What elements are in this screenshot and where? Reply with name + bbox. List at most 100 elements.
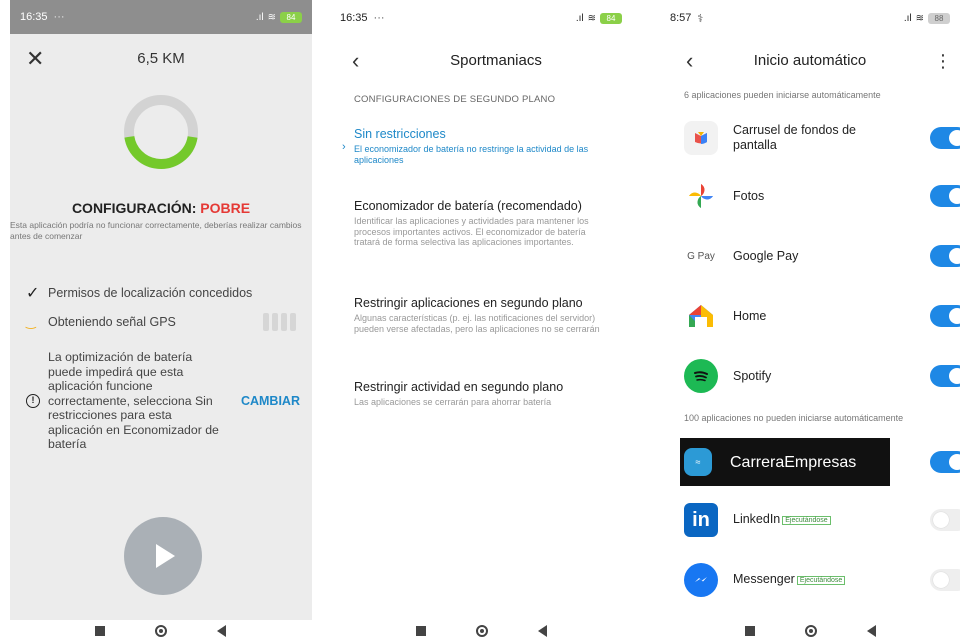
play-button[interactable]	[124, 517, 202, 595]
change-button[interactable]: CAMBIAR	[241, 394, 300, 408]
running-tag: Ejecutándose	[796, 575, 846, 585]
phone-screen-background-settings: 16:35 ··· .ıl ≋ 84 ‹ Sportmaniacs CONFIG…	[330, 0, 632, 642]
recents-nav-icon[interactable]	[415, 626, 426, 636]
battery-warning-text: La optimización de batería puede impedir…	[48, 350, 219, 451]
battery-warning-row: ! La optimización de batería puede imped…	[26, 350, 300, 452]
status-icons: .ıl ≋ 84	[576, 12, 622, 24]
android-nav-bar	[330, 620, 632, 642]
linkedin-icon: in	[684, 503, 718, 537]
app-row-home: Home	[684, 292, 960, 340]
page-title: Inicio automático	[753, 52, 867, 69]
section-header: CONFIGURACIONES DE SEGUNDO PLANO	[354, 94, 556, 105]
app-row-carrera-empresas: ≈ CarreraEmpresas	[684, 438, 960, 486]
wifi-icon: ≋	[915, 12, 924, 24]
google-home-icon	[684, 299, 718, 333]
location-permission-text: Permisos de localización concedidos	[48, 286, 253, 300]
recents-nav-icon[interactable]	[744, 626, 755, 636]
autostart-toggle[interactable]	[930, 245, 960, 267]
signal-icon: .ıl	[255, 11, 264, 23]
app-row-wallpaper-carousel: Carrusel de fondos de pantalla	[684, 114, 960, 162]
config-progress-ring	[124, 95, 198, 169]
loading-dot-icon: ‿	[26, 315, 36, 329]
back-chevron-icon[interactable]: ‹	[686, 48, 693, 74]
page-title: Sportmaniacs	[450, 52, 542, 69]
recents-nav-icon[interactable]	[94, 626, 105, 636]
status-icons: .ıl ≋ 84	[255, 11, 302, 23]
status-bar: 8:57 ⚕ .ıl ≋ 88	[660, 0, 960, 36]
checkmark-icon: ✓	[26, 285, 40, 302]
option-description: Las aplicaciones se cerrarán para ahorra…	[354, 397, 552, 407]
back-chevron-icon[interactable]: ‹	[352, 48, 359, 74]
option-no-restrictions[interactable]: Sin restricciones El economizador de bat…	[354, 127, 612, 165]
autostart-screen: 8:57 ⚕ .ıl ≋ 88 ‹ Inicio automático ⋮ 6 …	[660, 0, 960, 620]
home-nav-icon[interactable]	[804, 625, 817, 637]
option-description: Algunas características (p. ej. las noti…	[354, 313, 600, 334]
back-nav-icon[interactable]	[866, 625, 876, 637]
app-row-photos: Fotos	[684, 172, 960, 220]
autostart-toggle[interactable]	[930, 509, 960, 531]
app-name: Carrusel de fondos de pantalla	[733, 123, 856, 152]
status-bar: 16:35 ··· .ıl ≋ 84	[330, 0, 632, 36]
autostart-toggle[interactable]	[930, 365, 960, 387]
battery-icon: 88	[928, 12, 950, 24]
option-title: Economizador de batería (recomendado)	[354, 199, 582, 213]
status-notification-dots: ···	[373, 12, 385, 24]
option-battery-saver[interactable]: Economizador de batería (recomendado) Id…	[354, 199, 612, 248]
app-name-with-tag: Messenger Ejecutándose	[733, 572, 883, 587]
autostart-toggle[interactable]	[930, 569, 960, 591]
app-row-linkedin: in LinkedIn Ejecutándose	[684, 496, 960, 544]
option-title: Restringir aplicaciones en segundo plano	[354, 296, 583, 310]
wifi-icon: ≋	[587, 12, 596, 24]
back-nav-icon[interactable]	[537, 625, 547, 637]
option-restrict-background-apps[interactable]: Restringir aplicaciones en segundo plano…	[354, 296, 612, 334]
status-extra-icon: ⚕	[697, 12, 704, 25]
background-settings-screen: 16:35 ··· .ıl ≋ 84 ‹ Sportmaniacs CONFIG…	[330, 0, 632, 620]
info-alert-icon: !	[26, 393, 40, 408]
home-nav-icon[interactable]	[475, 625, 488, 637]
app-name: Google Pay	[733, 248, 799, 263]
battery-icon: 84	[600, 12, 622, 24]
app-row-spotify: Spotify	[684, 352, 960, 400]
selected-chevron-icon: ›	[342, 141, 346, 153]
app-name: Home	[733, 308, 767, 323]
app-name: Messenger	[733, 572, 795, 587]
wallpaper-carousel-icon	[684, 121, 718, 155]
app-row-messenger: Messenger Ejecutándose	[684, 556, 960, 604]
location-permission-row: ✓ Permisos de localización concedidos	[26, 283, 296, 303]
page-title: 6,5 KM	[137, 50, 185, 67]
phone-screen-autostart: 8:57 ⚕ .ıl ≋ 88 ‹ Inicio automático ⋮ 6 …	[660, 0, 960, 642]
home-nav-icon[interactable]	[154, 625, 167, 637]
screen-header: ‹ Inicio automático ⋮	[660, 48, 960, 74]
messenger-icon	[684, 563, 718, 597]
option-title: Restringir actividad en segundo plano	[354, 380, 564, 394]
config-status-title: CONFIGURACIÓN: POBRE	[10, 200, 312, 216]
gps-signal-bars-icon	[263, 313, 296, 331]
status-icons: .ıl ≋ 88	[904, 12, 950, 24]
google-photos-icon	[684, 179, 718, 213]
app-name: Spotify	[733, 368, 772, 383]
app-name: CarreraEmpresas	[730, 453, 857, 471]
config-label: CONFIGURACIÓN:	[71, 200, 197, 216]
back-nav-icon[interactable]	[216, 625, 226, 637]
app-name: Fotos	[733, 188, 765, 203]
carrera-empresas-icon: ≈	[684, 448, 712, 476]
app-row-google-pay: G Pay Google Pay	[684, 232, 960, 280]
autostart-toggle[interactable]	[930, 305, 960, 327]
status-time: 8:57	[670, 12, 692, 24]
route-setup-screen: 16:35 ··· .ıl ≋ 84 ✕ 6,5 KM CONFIGURACIÓ…	[10, 0, 312, 620]
status-time: 16:35	[20, 11, 48, 23]
autostart-toggle[interactable]	[930, 185, 960, 207]
option-title: Sin restricciones	[354, 127, 446, 141]
option-restrict-background-activity[interactable]: Restringir actividad en segundo plano La…	[354, 380, 612, 408]
option-description: El economizador de batería no restringe …	[354, 144, 589, 165]
wifi-icon: ≋	[267, 11, 276, 23]
autostart-toggle[interactable]	[930, 127, 960, 149]
close-icon[interactable]: ✕	[26, 46, 44, 72]
battery-icon: 84	[280, 11, 302, 23]
status-notification-dots: ···	[53, 11, 65, 23]
spotify-icon	[684, 359, 718, 393]
status-bar: 16:35 ··· .ıl ≋ 84	[10, 0, 312, 34]
autostart-toggle[interactable]	[930, 451, 960, 473]
more-options-icon[interactable]: ⋮	[934, 48, 952, 74]
android-nav-bar	[0, 620, 320, 642]
